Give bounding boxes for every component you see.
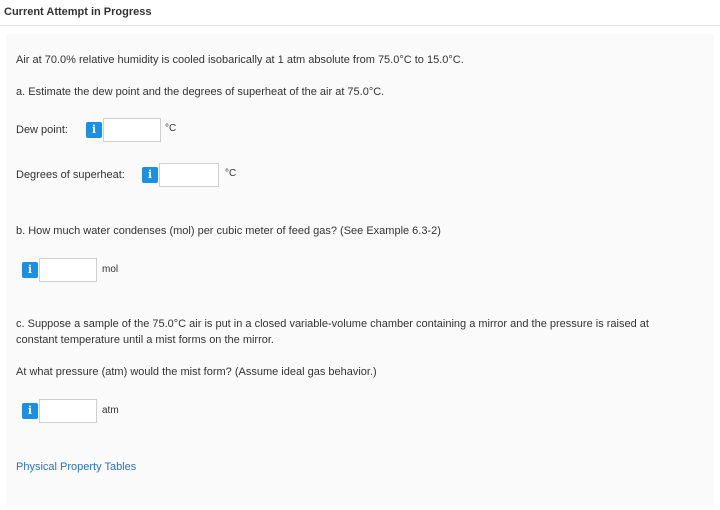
info-icon[interactable]: i xyxy=(22,403,38,419)
condensed-water-unit: mol xyxy=(102,264,119,275)
info-icon[interactable]: i xyxy=(86,122,102,138)
part-b-question: b. How much water condenses (mol) per cu… xyxy=(16,225,441,237)
superheat-label: Degrees of superheat: xyxy=(16,169,125,181)
dew-point-label: Dew point: xyxy=(16,124,68,136)
part-c-question-line-2: constant temperature until a mist forms … xyxy=(16,334,274,346)
page-title: Current Attempt in Progress xyxy=(4,6,152,18)
part-c-question-line-1: c. Suppose a sample of the 75.0°C air is… xyxy=(16,318,649,330)
mist-pressure-input[interactable] xyxy=(39,399,97,423)
mist-pressure-unit: atm xyxy=(102,405,119,416)
info-icon[interactable]: i xyxy=(22,262,38,278)
dew-point-input[interactable] xyxy=(103,118,161,142)
condensed-water-input[interactable] xyxy=(39,258,97,282)
part-a-question: a. Estimate the dew point and the degree… xyxy=(16,86,385,98)
part-c-followup: At what pressure (atm) would the mist fo… xyxy=(16,366,377,378)
superheat-unit: °C xyxy=(225,168,237,179)
dew-point-unit: °C xyxy=(165,123,177,134)
problem-intro: Air at 70.0% relative humidity is cooled… xyxy=(16,54,464,66)
physical-property-tables-link[interactable]: Physical Property Tables xyxy=(16,461,136,473)
question-panel: Air at 70.0% relative humidity is cooled… xyxy=(6,34,714,506)
superheat-input[interactable] xyxy=(159,163,219,187)
info-icon[interactable]: i xyxy=(142,167,158,183)
header: Current Attempt in Progress xyxy=(0,0,720,26)
